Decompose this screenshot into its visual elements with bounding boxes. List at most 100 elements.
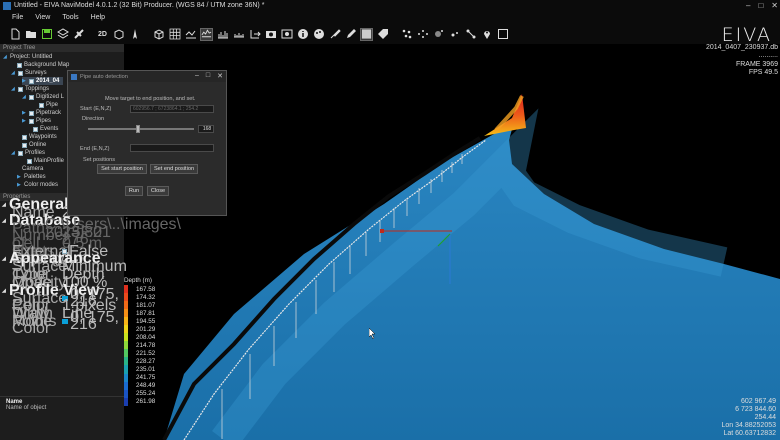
tag-icon[interactable]	[376, 28, 389, 41]
box-icon[interactable]	[152, 28, 165, 41]
menu-view[interactable]: View	[35, 12, 50, 24]
pipe-detection-dialog: Pipe auto detection – □ ✕ Move target to…	[67, 70, 227, 216]
direction-slider-track[interactable]	[88, 128, 194, 130]
dialog-maximize-icon[interactable]: □	[206, 72, 210, 80]
export-icon[interactable]	[248, 28, 261, 41]
close-button[interactable]: Close	[147, 186, 169, 196]
profile-graph-icon[interactable]	[216, 28, 229, 41]
dialog-app-icon	[71, 73, 77, 80]
fly-icon[interactable]	[128, 28, 141, 41]
dialog-instruction: Move target to end position, and set.	[105, 96, 196, 102]
layers-icon[interactable]	[56, 28, 69, 41]
view-2d-icon[interactable]: 2D	[96, 28, 109, 41]
tree-item-toppings[interactable]: ◢ Toppings	[11, 85, 49, 93]
direction-slider-handle[interactable]	[135, 125, 140, 133]
surface-icon[interactable]	[360, 27, 373, 41]
close-icon[interactable]: ✕	[771, 0, 778, 12]
points-color-swatch	[62, 318, 69, 324]
tree-item-palettes[interactable]: ▶ Palettes	[17, 173, 46, 181]
start-position-field[interactable]: 602956.7 ; 6723864.1 ; 254.2	[130, 105, 214, 113]
ruler-icon[interactable]	[232, 28, 245, 41]
prop-row[interactable]: Points Color 0, 175, 216	[0, 309, 124, 336]
mouse-cursor-icon	[369, 328, 376, 339]
window-title: Untitled - EIVA NaviModel 4.0.1.2 (32 Bi…	[14, 2, 265, 9]
toolbar: 2D	[0, 24, 780, 44]
record-icon[interactable]	[280, 28, 293, 41]
run-button[interactable]: Run	[125, 186, 143, 196]
set-end-button[interactable]: Set end position	[150, 164, 198, 174]
connect-icon[interactable]	[464, 28, 477, 41]
legend-row: 167.58	[124, 285, 164, 294]
tree-item-profiles[interactable]: ◢ Profiles	[11, 149, 45, 157]
legend-value: 261.98	[136, 398, 156, 406]
set-positions-label: Set positions	[83, 157, 116, 163]
dialog-minimize-icon[interactable]: –	[195, 72, 199, 80]
info-icon[interactable]	[296, 28, 309, 41]
legend-value: 235.01	[136, 365, 156, 373]
legend-value: 201.29	[136, 325, 156, 333]
app-icon	[3, 2, 11, 10]
frame-info: FRAME 3969 FPS 49.5	[736, 61, 778, 77]
edit-icon[interactable]	[344, 28, 357, 41]
maximize-icon[interactable]: □	[758, 0, 763, 12]
minimize-icon[interactable]: –	[746, 0, 750, 12]
view-3d-icon[interactable]	[112, 28, 125, 41]
direction-value-field[interactable]: 168	[198, 125, 214, 133]
tree-item-digitized[interactable]: ◢ Digitized L	[22, 93, 64, 101]
legend-row: 201.29	[124, 325, 164, 334]
frame-icon[interactable]	[496, 28, 509, 41]
project-tree-header: Project Tree	[0, 44, 124, 52]
camera-icon[interactable]	[264, 28, 277, 41]
scatter-icon[interactable]	[416, 28, 429, 41]
open-folder-icon[interactable]	[24, 28, 37, 41]
legend-title: Depth (m)	[124, 277, 152, 284]
satellite-icon[interactable]	[72, 28, 85, 41]
end-position-field[interactable]	[130, 144, 214, 152]
legend-row: 228.27	[124, 357, 164, 366]
tree-item-waypoints[interactable]: Waypoints	[22, 133, 57, 141]
direction-label: Direction	[82, 116, 105, 122]
new-file-icon[interactable]	[8, 28, 21, 41]
tree-item-color-modes[interactable]: ▶ Color modes	[17, 181, 58, 189]
tree-item-pipe[interactable]: Pipe	[39, 101, 58, 109]
save-icon[interactable]	[40, 28, 53, 41]
longitude-value: Lon 34.88252053	[721, 422, 777, 429]
grid-icon[interactable]	[168, 28, 181, 41]
latitude-value: Lat 60.63712832	[723, 430, 776, 437]
brush-icon[interactable]	[328, 28, 341, 41]
legend-value: 248.49	[136, 382, 156, 390]
menu-bar: File View Tools Help	[0, 12, 780, 24]
eiva-logo: EIVA	[721, 24, 772, 46]
northing-value: 6 723 844.60	[735, 406, 776, 413]
tree-item-survey-file[interactable]: ▶ 2014_04	[22, 77, 64, 85]
tree-item-pipetrack[interactable]: ▶ Pipetrack	[22, 109, 61, 117]
tree-item-surveys[interactable]: ◢ Surveys	[11, 69, 47, 77]
dialog-close-icon[interactable]: ✕	[217, 72, 223, 80]
legend-value: 228.27	[136, 357, 156, 365]
set-start-button[interactable]: Set start position	[97, 164, 147, 174]
depth-legend: Depth (m) 167.58 174.32 181.07 187.81 194.55…	[124, 277, 164, 406]
file-name: 2014_0407_230937.db	[705, 44, 778, 51]
profile-tool-icon[interactable]	[184, 28, 197, 41]
palette-icon[interactable]	[312, 28, 325, 41]
tree-item-background-map[interactable]: Background Map	[17, 61, 69, 69]
menu-tools[interactable]: Tools	[62, 12, 78, 24]
filter-icon[interactable]	[432, 28, 445, 41]
tree-item-project[interactable]: ◢ Project: Untitled	[3, 53, 52, 61]
tree-item-mainprofile[interactable]: MainProfile	[27, 157, 64, 165]
location-pin-icon[interactable]	[480, 28, 493, 41]
file-dots: ..........	[758, 52, 778, 59]
legend-row: 255.24	[124, 389, 164, 398]
pipe-detection-icon[interactable]	[200, 27, 213, 41]
tree-item-camera[interactable]: Camera	[22, 165, 43, 173]
legend-value: 255.24	[136, 390, 156, 398]
clean-icon[interactable]	[448, 28, 461, 41]
legend-value: 194.55	[136, 317, 156, 325]
tree-item-online[interactable]: Online	[22, 141, 46, 149]
dialog-title: Pipe auto detection	[80, 73, 128, 80]
tree-item-events[interactable]: Events	[33, 125, 58, 133]
menu-help[interactable]: Help	[91, 12, 105, 24]
tree-item-pipes[interactable]: ▶ Pipes	[22, 117, 51, 125]
points-icon[interactable]	[400, 28, 413, 41]
menu-file[interactable]: File	[12, 12, 23, 24]
